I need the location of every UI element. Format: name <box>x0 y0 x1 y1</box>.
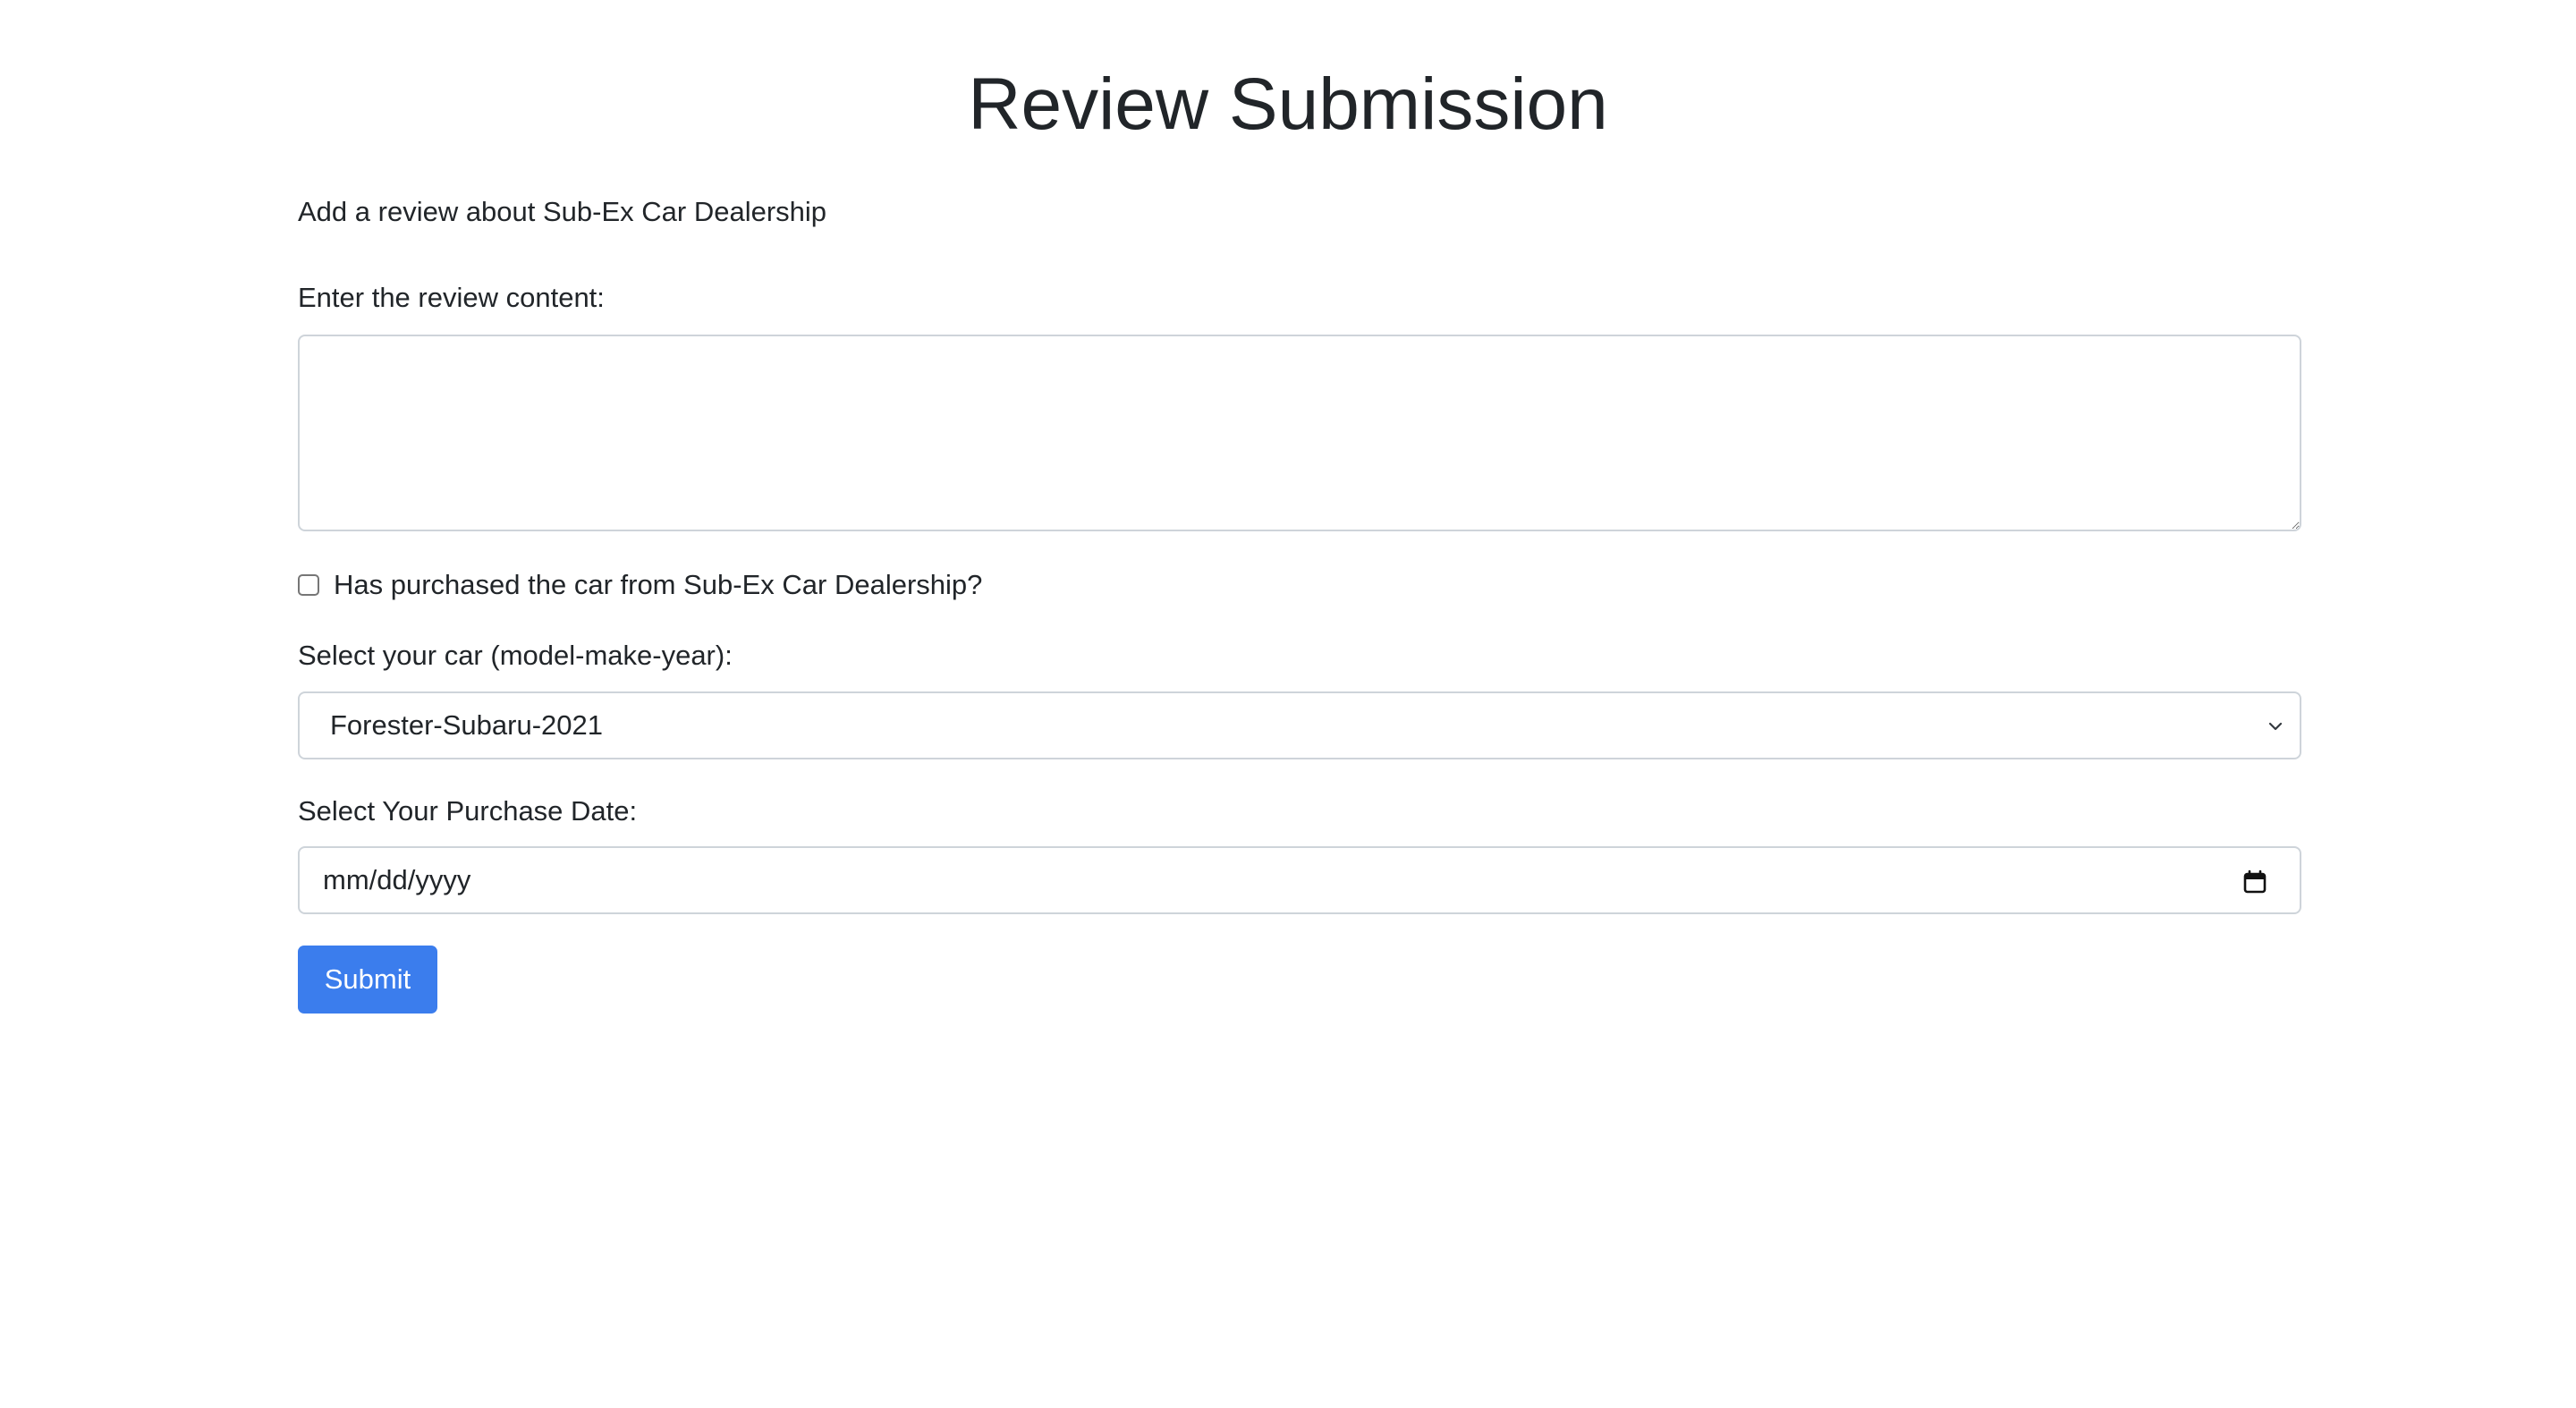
purchase-checkbox-row[interactable]: Has purchased the car from Sub-Ex Car De… <box>298 565 982 605</box>
page-title: Review Submission <box>968 64 1608 145</box>
car-select-value: Forester-Subaru-2021 <box>330 709 603 741</box>
page-subtitle: Add a review about Sub-Ex Car Dealership <box>298 196 827 227</box>
calendar-icon[interactable] <box>2242 869 2267 895</box>
car-select[interactable]: Forester-Subaru-2021 <box>298 691 2301 759</box>
submit-button[interactable]: Submit <box>298 946 437 1014</box>
purchase-date-label: Select Your Purchase Date: <box>298 795 638 827</box>
review-submission-page: Review Submission Add a review about Sub… <box>0 0 2576 1408</box>
purchase-date-input[interactable]: mm/dd/yyyy <box>298 846 2301 914</box>
purchase-checkbox-label[interactable]: Has purchased the car from Sub-Ex Car De… <box>334 565 982 605</box>
purchase-checkbox[interactable] <box>298 574 319 596</box>
purchase-date-placeholder: mm/dd/yyyy <box>323 864 471 895</box>
chevron-down-icon <box>2268 722 2283 731</box>
review-content-textarea[interactable] <box>298 335 2301 531</box>
review-content-label: Enter the review content: <box>298 282 605 313</box>
car-select-label: Select your car (model-make-year): <box>298 640 733 671</box>
